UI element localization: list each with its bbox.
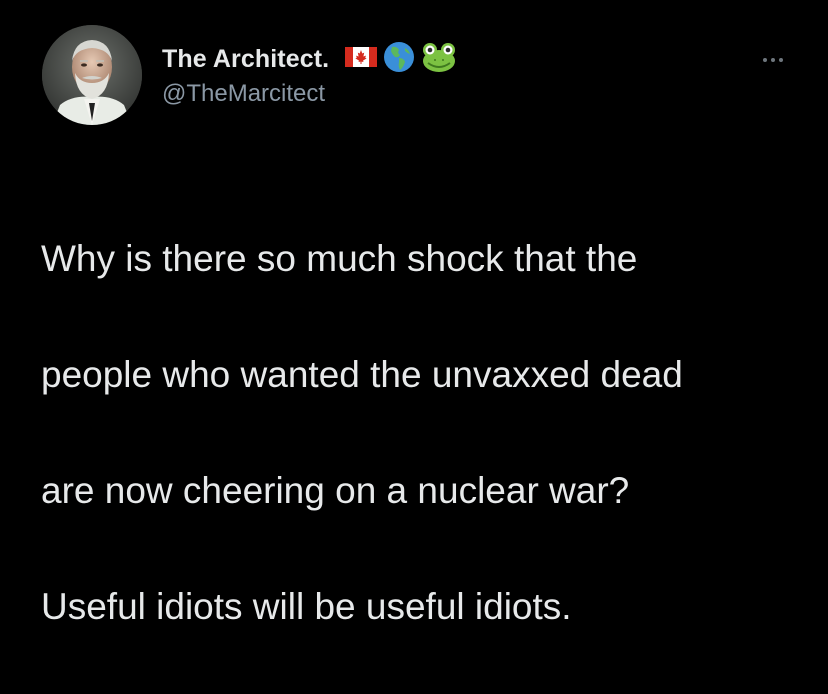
author-handle[interactable]: @TheMarcitect [162, 80, 457, 108]
globe-americas-icon [383, 41, 415, 78]
tweet-text-line: are now cheering on a nuclear war? [41, 470, 630, 511]
frog-icon [421, 41, 457, 78]
more-dot-icon [779, 58, 783, 62]
tweet-card: The Architect. @TheMarcitect Why is ther… [0, 0, 828, 627]
name-emoji-badges [345, 41, 457, 78]
canada-flag-icon [345, 46, 378, 72]
display-name[interactable]: The Architect. [162, 45, 329, 74]
avatar[interactable] [42, 25, 142, 125]
tweet-text: Why is there so much shock that the peop… [41, 172, 811, 694]
more-dot-icon [771, 58, 775, 62]
more-dot-icon [763, 58, 767, 62]
tweet-text-line: people who wanted the unvaxxed dead [41, 354, 683, 395]
tweet-text-line: Why is there so much shock that the [41, 238, 638, 279]
tweet-text-line: Useful idiots will be useful idiots. [41, 586, 572, 627]
avatar-image [42, 25, 142, 125]
author-name-row: The Architect. [162, 40, 457, 78]
more-options-button[interactable] [755, 50, 791, 70]
tweet-author: The Architect. @TheMarcitect [162, 40, 457, 108]
